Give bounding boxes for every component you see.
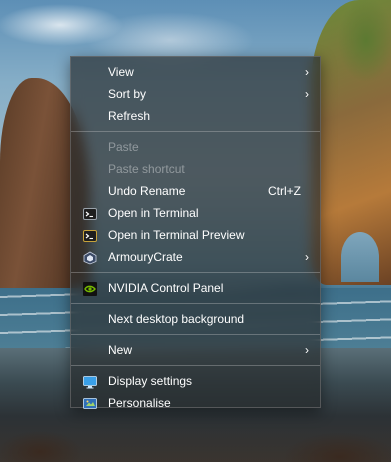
menu-item-label: Open in Terminal (108, 206, 199, 220)
menu-item-label: Personalise (108, 396, 171, 410)
menu-item-label: Paste shortcut (108, 162, 185, 176)
menu-item-label: ArmouryCrate (108, 250, 183, 264)
chevron-right-icon: › (305, 87, 309, 101)
menu-item-shortcut: Ctrl+Z (268, 184, 301, 198)
menu-item-armourycrate[interactable]: ArmouryCrate › (71, 246, 320, 268)
menu-item-view[interactable]: View › (71, 61, 320, 83)
menu-item-nvidia-control-panel[interactable]: NVIDIA Control Panel (71, 277, 320, 299)
menu-item-sort-by[interactable]: Sort by › (71, 83, 320, 105)
menu-item-label: Open in Terminal Preview (108, 228, 245, 242)
menu-item-new[interactable]: New › (71, 339, 320, 361)
menu-item-label: Undo Rename (108, 184, 186, 198)
armourycrate-icon (83, 250, 97, 265)
terminal-preview-icon (83, 228, 97, 242)
wallpaper-rock-arch (341, 232, 379, 282)
menu-separator (71, 303, 320, 304)
menu-separator (71, 272, 320, 273)
menu-item-label: Refresh (108, 109, 151, 123)
menu-item-paste: Paste (71, 136, 320, 158)
personalise-icon (83, 396, 97, 410)
menu-item-label: NVIDIA Control Panel (108, 281, 224, 295)
menu-item-label: New (108, 343, 133, 357)
menu-item-label: Sort by (108, 87, 147, 101)
menu-separator (71, 365, 320, 366)
nvidia-icon (83, 281, 97, 296)
menu-item-refresh[interactable]: Refresh (71, 105, 320, 127)
menu-item-open-in-terminal-preview[interactable]: Open in Terminal Preview (71, 224, 320, 246)
display-icon (83, 374, 97, 389)
terminal-icon (83, 206, 97, 220)
menu-item-display-settings[interactable]: Display settings (71, 370, 320, 392)
menu-item-open-in-terminal[interactable]: Open in Terminal (71, 202, 320, 224)
menu-separator (71, 131, 320, 132)
menu-item-undo-rename[interactable]: Undo Rename Ctrl+Z (71, 180, 320, 202)
chevron-right-icon: › (305, 250, 309, 264)
desktop-context-menu: View › Sort by › Refresh Paste Paste sho… (70, 56, 321, 410)
chevron-right-icon: › (305, 65, 309, 79)
menu-item-label: Next desktop background (108, 312, 245, 326)
menu-item-label: View (108, 65, 134, 79)
menu-item-personalise[interactable]: Personalise (71, 392, 320, 414)
menu-item-paste-shortcut: Paste shortcut (71, 158, 320, 180)
chevron-right-icon: › (305, 343, 309, 357)
menu-item-next-desktop-background[interactable]: Next desktop background (71, 308, 320, 330)
menu-item-label: Paste (108, 140, 139, 154)
menu-separator (71, 334, 320, 335)
menu-item-label: Display settings (108, 374, 193, 388)
